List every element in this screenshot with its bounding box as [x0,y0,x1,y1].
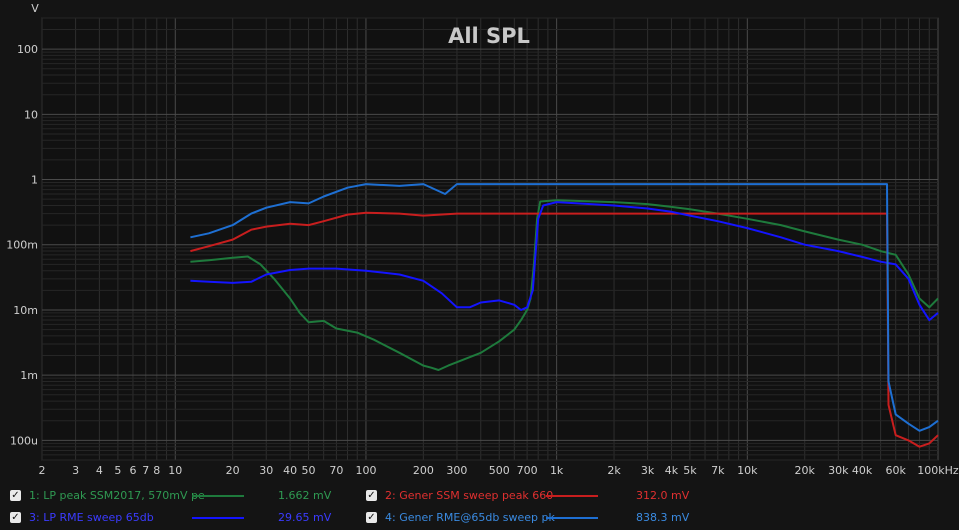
x-tick-label: 30 [259,464,273,477]
y-tick-label: 10 [24,108,38,121]
legend-swatch-3 [192,517,244,519]
spl-chart: 2 3 4 5 6 7 8 10 20 30 40 50 70 100 200 300 500 700 1k 2k 3k… [6,2,959,477]
x-tick-label: 4 [96,464,103,477]
legend-label-1: 1: LP peak SSM2017, 570mV pe [29,489,205,502]
x-tick-label: 2 [39,464,46,477]
legend-value-2: 312.0 mV [636,489,690,502]
x-tick-label: 8 [153,464,160,477]
x-tick-label: 100 [355,464,376,477]
y-tick-label: 1 [31,174,38,187]
legend-label-2: 2: Gener SSM sweep peak 660 [385,489,554,502]
x-tick-label: 50 [302,464,316,477]
legend-value-4: 838.3 mV [636,511,690,524]
legend-label-3: 3: LP RME sweep 65db [29,511,154,524]
x-tick-label: 7k [711,464,725,477]
x-tick-label: 20 [226,464,240,477]
legend-swatch-1 [192,495,244,497]
x-tick-label: 2k [607,464,621,477]
x-tick-label: 20k [795,464,816,477]
legend-swatch-2 [546,495,598,497]
legend-value-3: 29.65 mV [278,511,332,524]
y-tick-labels: 100 10 1 100m 10m 1m 100u [6,43,38,447]
x-tick-label: 10k [737,464,758,477]
x-tick-label: 1k [550,464,564,477]
legend-item-1[interactable]: ✓ 1: LP peak SSM2017, 570mV pe 1.662 mV [10,486,360,506]
x-tick-labels: 2 3 4 5 6 7 8 10 20 30 40 50 70 100 200 300 500 700 1k 2k 3k… [39,464,959,477]
legend-item-3[interactable]: ✓ 3: LP RME sweep 65db 29.65 mV [10,508,360,528]
x-tick-label: 3k [641,464,655,477]
y-axis-label: V [31,2,39,15]
x-tick-label: 500 [489,464,510,477]
y-tick-label: 1m [20,369,38,382]
x-tick-label: 6 [129,464,136,477]
legend-label-4: 4: Gener RME@65db sweep pk [385,511,555,524]
chart-title: All SPL [448,24,530,48]
x-tick-label: 300 [446,464,467,477]
x-tick-label: 60k [886,464,907,477]
legend-item-2[interactable]: ✓ 2: Gener SSM sweep peak 660 312.0 mV [366,486,716,506]
y-tick-label: 100 [17,43,38,56]
x-tick-label: 3 [72,464,79,477]
checkbox-series-4[interactable]: ✓ [366,512,377,523]
legend-value-1: 1.662 mV [278,489,332,502]
x-tick-label: 5k [683,464,697,477]
y-tick-label: 100m [6,239,38,252]
y-tick-label: 10m [13,304,38,317]
legend: ✓ 1: LP peak SSM2017, 570mV pe 1.662 mV … [0,484,959,530]
x-tick-label: 7 [142,464,149,477]
x-tick-label: 5 [114,464,121,477]
checkbox-series-2[interactable]: ✓ [366,490,377,501]
legend-swatch-4 [546,517,598,519]
x-tick-label: 100kHz [917,464,959,477]
x-tick-label: 200 [413,464,434,477]
checkbox-series-1[interactable]: ✓ [10,490,21,501]
y-tick-label: 100u [10,434,38,447]
x-tick-label: 4k [665,464,679,477]
plot-area [41,17,939,461]
x-tick-label: 10 [168,464,182,477]
x-tick-label: 70 [329,464,343,477]
x-tick-label: 40 [283,464,297,477]
x-tick-label: 40k [852,464,873,477]
checkbox-series-3[interactable]: ✓ [10,512,21,523]
x-tick-label: 700 [517,464,538,477]
legend-item-4[interactable]: ✓ 4: Gener RME@65db sweep pk 838.3 mV [366,508,716,528]
x-tick-label: 30k [828,464,849,477]
